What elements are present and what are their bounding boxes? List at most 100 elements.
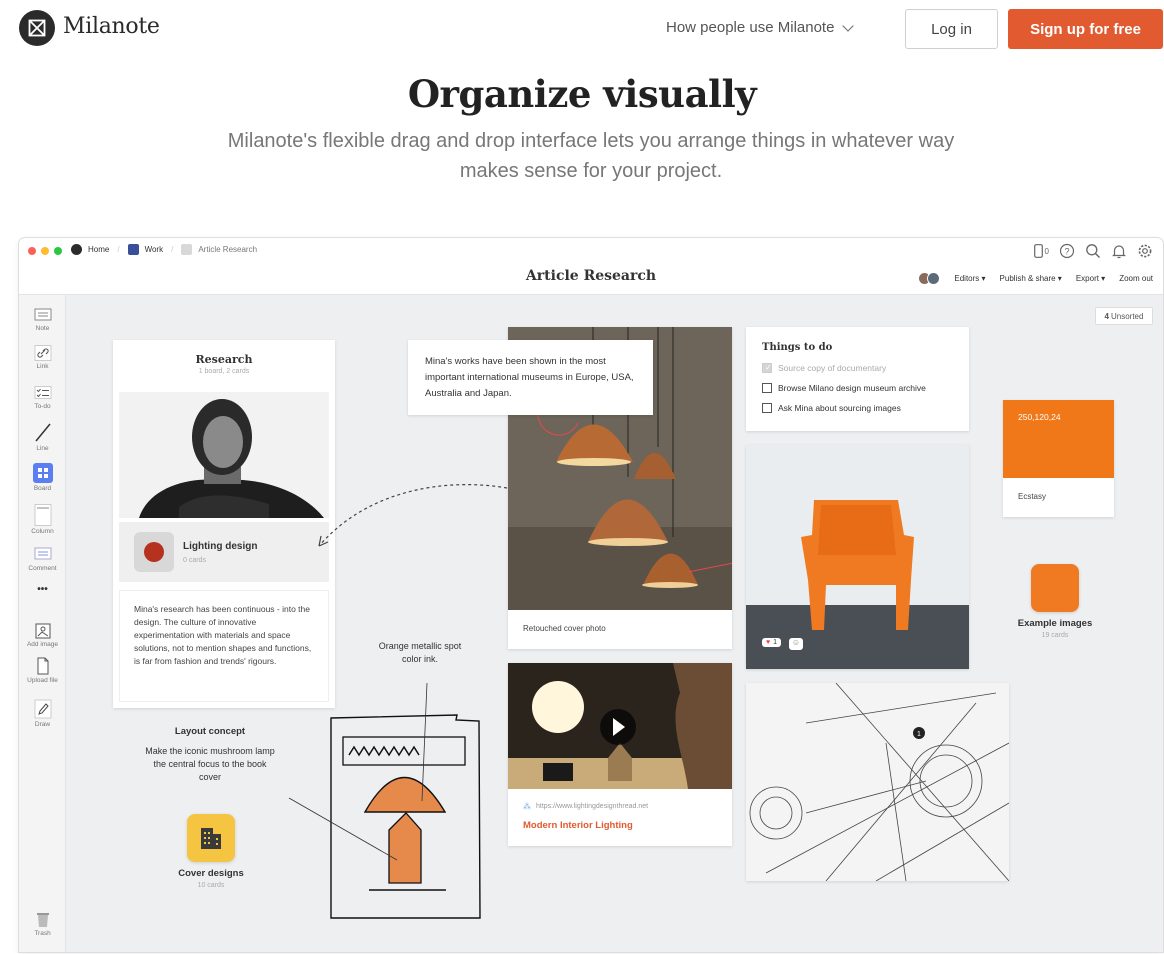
tool-comment[interactable]: Comment	[19, 547, 66, 572]
comment-icon	[34, 547, 51, 560]
todo-item-label: Source copy of documentary	[778, 363, 887, 373]
portrait-photo[interactable]	[119, 392, 329, 518]
search-icon[interactable]	[1085, 243, 1101, 259]
tool-upload-file[interactable]: Upload file	[19, 657, 66, 684]
todo-item[interactable]: Ask Mina about sourcing images	[762, 403, 901, 413]
tool-label: Draw	[34, 721, 51, 728]
cover-designs-title[interactable]: Cover designs	[161, 868, 261, 879]
top-navigation: Milanote How people use Milanote Log in …	[0, 0, 1164, 58]
tool-column[interactable]: Column	[19, 504, 66, 535]
example-images-title[interactable]: Example images	[1005, 618, 1105, 629]
login-button[interactable]: Log in	[905, 9, 998, 49]
hero-subtitle: Milanote's flexible drag and drop interf…	[200, 126, 982, 186]
window-minimize-dot[interactable]	[41, 247, 49, 255]
book-cover-sketch[interactable]	[279, 673, 489, 923]
publish-menu[interactable]: Publish & share ▾	[1000, 274, 1062, 283]
blueprint-photo[interactable]: 1	[746, 683, 1009, 881]
device-icon[interactable]: 0	[1033, 244, 1049, 258]
research-meta: 1 board, 2 cards	[198, 368, 250, 375]
left-toolbar: Note Link To-do Line Board Column Commen…	[19, 295, 66, 952]
unsorted-label: Unsorted	[1110, 311, 1144, 321]
quote-note-card[interactable]: Mina's works have been shown in the most…	[408, 340, 653, 415]
lighting-design-board[interactable]: Lighting design 0 cards	[119, 522, 329, 582]
color-swatch-card[interactable]: 250,120,24 Ecstasy	[1003, 400, 1114, 517]
layout-concept-title[interactable]: Layout concept	[160, 726, 260, 737]
link-icon	[34, 345, 51, 361]
lighting-board-icon	[134, 532, 174, 572]
todo-item[interactable]: ✓ Source copy of documentary	[762, 363, 886, 373]
editors-menu[interactable]: Editors ▾	[954, 274, 985, 283]
signup-button[interactable]: Sign up for free	[1008, 9, 1163, 49]
ink-note[interactable]: Orange metallic spot color ink.	[370, 640, 470, 666]
tool-label: Comment	[28, 565, 57, 572]
tool-label: Upload file	[27, 677, 58, 684]
todo-icon	[34, 386, 51, 399]
waveform-icon: ⁂	[523, 802, 531, 811]
tool-todo[interactable]: To-do	[19, 385, 66, 410]
export-menu[interactable]: Export ▾	[1076, 274, 1105, 283]
chair-photo-card[interactable]: ♥ 1 ☺	[746, 445, 969, 669]
unsorted-count: 4	[1104, 311, 1109, 321]
logo-text[interactable]: Milanote	[63, 14, 160, 39]
file-icon	[37, 657, 48, 675]
how-people-use-label: How people use Milanote	[666, 19, 835, 36]
todo-item[interactable]: Browse Milano design museum archive	[762, 383, 926, 393]
article-board-icon	[181, 244, 193, 255]
building-icon	[201, 828, 221, 849]
breadcrumb-home[interactable]: Home	[88, 245, 109, 254]
example-images-board-icon[interactable]	[1031, 564, 1079, 612]
more-tools-button[interactable]: •••	[19, 584, 66, 595]
tool-draw[interactable]: Draw	[19, 699, 66, 728]
board-icon	[32, 463, 53, 483]
cover-designs-meta: 10 cards	[197, 882, 225, 889]
link-title[interactable]: Modern Interior Lighting	[523, 820, 633, 831]
reaction-count: 1	[773, 639, 778, 646]
example-images-meta: 19 cards	[1041, 632, 1069, 639]
todo-checkbox-checked[interactable]: ✓	[762, 363, 772, 373]
tool-label: Column	[31, 528, 54, 535]
color-swatch: 250,120,24	[1003, 400, 1114, 478]
board-actions: Editors ▾ Publish & share ▾ Export ▾ Zoo…	[918, 272, 1153, 285]
link-url[interactable]: https://www.lightingdesignthread.net	[536, 803, 648, 810]
breadcrumb-article[interactable]: Article Research	[198, 245, 257, 254]
unsorted-badge[interactable]: 4 Unsorted	[1095, 307, 1153, 325]
swatch-value: 250,120,24	[1018, 412, 1061, 422]
todo-item-label: Ask Mina about sourcing images	[778, 403, 901, 413]
connector-arrow[interactable]	[309, 478, 509, 558]
export-label: Export	[1075, 274, 1099, 283]
bell-icon[interactable]	[1111, 243, 1127, 259]
tool-link[interactable]: Link	[19, 345, 66, 370]
tool-trash[interactable]: Trash	[19, 910, 66, 937]
editor-avatars[interactable]	[918, 272, 941, 285]
video-link-card[interactable]: ⁂ https://www.lightingdesignthread.net M…	[508, 663, 732, 846]
research-board-card[interactable]: Research 1 board, 2 cards Lighting desig…	[113, 340, 335, 708]
milanote-logo-icon[interactable]	[19, 10, 55, 46]
tool-label: Link	[36, 363, 49, 370]
tool-line[interactable]: Line	[19, 421, 66, 452]
tool-label: Trash	[34, 930, 51, 937]
todo-checkbox[interactable]	[762, 383, 772, 393]
note-icon	[34, 308, 51, 321]
cover-designs-board-icon[interactable]	[187, 814, 235, 862]
add-reaction-icon[interactable]: ☺	[789, 638, 803, 650]
todo-checkbox[interactable]	[762, 403, 772, 413]
avatar	[927, 272, 941, 285]
todo-list-card[interactable]: Things to do ✓ Source copy of documentar…	[746, 327, 969, 431]
tool-note[interactable]: Note	[19, 307, 66, 332]
help-icon[interactable]: ?	[1059, 243, 1075, 259]
svg-text:1: 1	[917, 731, 921, 738]
tool-add-image[interactable]: Add image	[19, 623, 66, 648]
tool-board[interactable]: Board	[19, 463, 66, 492]
window-maximize-dot[interactable]	[54, 247, 62, 255]
layout-concept-text[interactable]: Make the iconic mushroom lamp the centra…	[145, 745, 275, 784]
todo-title: Things to do	[762, 342, 833, 353]
breadcrumb-work[interactable]: Work	[145, 245, 164, 254]
gear-icon[interactable]	[1137, 243, 1153, 259]
column-icon	[34, 504, 51, 526]
play-button[interactable]	[600, 709, 636, 745]
how-people-use-menu[interactable]: How people use Milanote	[666, 19, 855, 36]
reaction-badge[interactable]: ♥ 1	[762, 638, 782, 647]
window-close-dot[interactable]	[28, 247, 36, 255]
zoom-out-button[interactable]: Zoom out	[1119, 274, 1153, 283]
app-window: Home / Work / Article Research 0 ? Artic…	[19, 238, 1163, 952]
